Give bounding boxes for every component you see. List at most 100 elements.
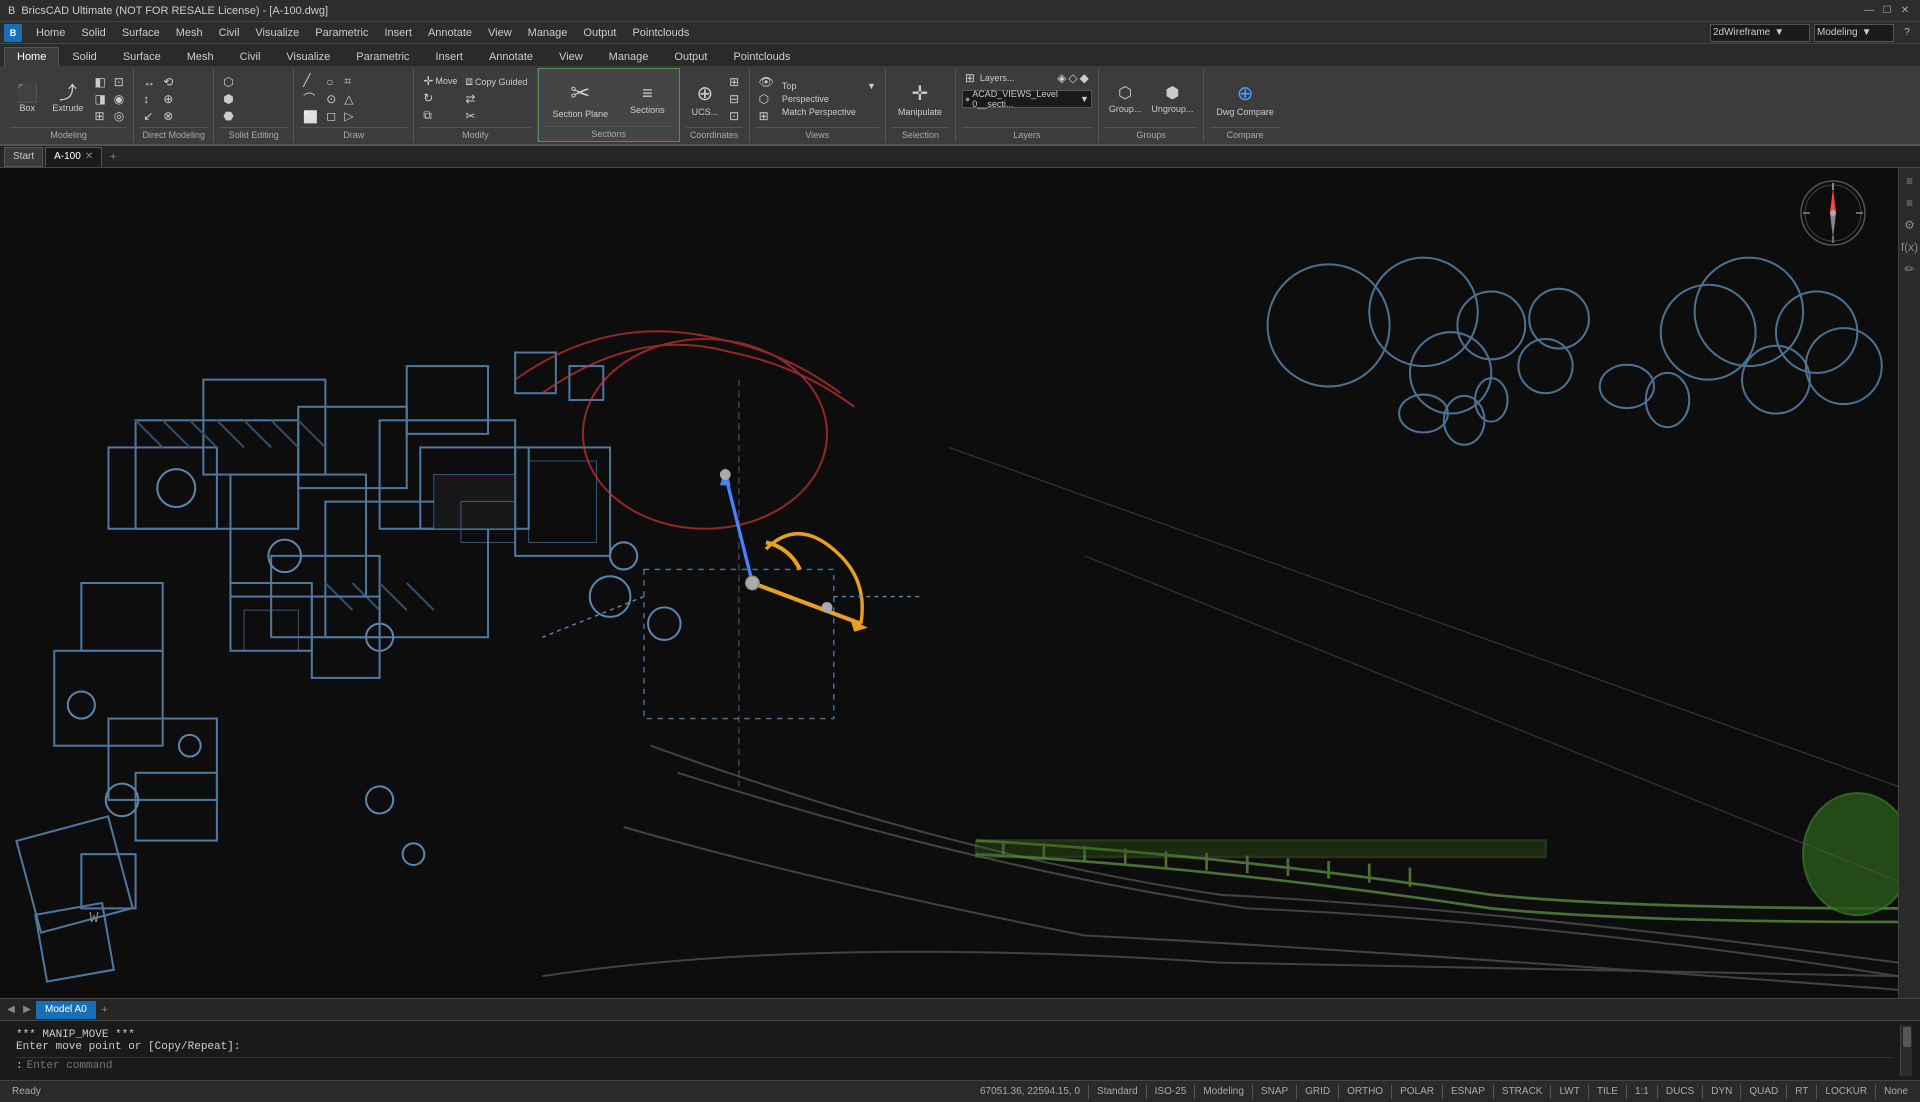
3dviews-btn[interactable]: ⬡	[756, 91, 777, 107]
copy-btn[interactable]: ⧉	[420, 107, 460, 124]
new-tab-button[interactable]: +	[104, 148, 122, 166]
menu-manage[interactable]: Manage	[520, 25, 576, 41]
tab-parametric[interactable]: Parametric	[343, 47, 422, 66]
tab-manage[interactable]: Manage	[596, 47, 662, 66]
draw-btn-1[interactable]: ╱	[300, 72, 321, 88]
rp-icon-formula[interactable]: f(x)	[1901, 238, 1919, 256]
menu-annotate[interactable]: Annotate	[420, 25, 480, 41]
maximize-button[interactable]: ☐	[1880, 4, 1894, 18]
status-dyn[interactable]: DYN	[1707, 1082, 1736, 1102]
tab-mesh[interactable]: Mesh	[174, 47, 227, 66]
status-quad[interactable]: QUAD	[1745, 1082, 1782, 1102]
tab-home[interactable]: Home	[4, 47, 59, 66]
doc-tab-start[interactable]: Start	[4, 147, 43, 167]
menu-civil[interactable]: Civil	[211, 25, 248, 41]
rp-icon-edit[interactable]: ✏	[1901, 260, 1919, 278]
status-strack[interactable]: STRACK	[1498, 1082, 1547, 1102]
se-btn-2[interactable]: ⬢	[220, 91, 236, 107]
draw-btn-6[interactable]: ◻	[323, 108, 339, 124]
status-scale[interactable]: 1:1	[1631, 1082, 1653, 1102]
dm-btn-5[interactable]: ⊕	[160, 91, 176, 107]
group-button[interactable]: ⬡ Group...	[1105, 81, 1146, 116]
scrollbar-thumb[interactable]	[1903, 1027, 1911, 1047]
tab-visualize[interactable]: Visualize	[273, 47, 343, 66]
menu-pointclouds[interactable]: Pointclouds	[624, 25, 697, 41]
viewport-btn[interactable]: ⊞	[756, 108, 777, 124]
rp-icon-2[interactable]: ≡	[1901, 194, 1919, 212]
ungroup-button[interactable]: ⬢ Ungroup...	[1147, 81, 1197, 116]
dm-btn-2[interactable]: ↕	[140, 91, 158, 107]
tab-view[interactable]: View	[546, 47, 596, 66]
viewport-style-dropdown[interactable]: 2dWireframe ▼	[1710, 24, 1810, 42]
status-none[interactable]: None	[1880, 1082, 1912, 1102]
dwg-compare-button[interactable]: ⊕ Dwg Compare	[1210, 79, 1280, 119]
modeling-btn-5[interactable]: ◉	[111, 91, 127, 107]
draw-btn-4[interactable]: ○	[323, 74, 339, 90]
tab-annotate[interactable]: Annotate	[476, 47, 546, 66]
move-btn[interactable]: ✛ Move	[420, 73, 460, 89]
draw-btn-2[interactable]: ⌒	[300, 89, 321, 108]
status-modeling[interactable]: Modeling	[1199, 1082, 1248, 1102]
box-button[interactable]: ⬛ Box	[10, 82, 44, 115]
menu-home[interactable]: Home	[28, 25, 73, 41]
command-scrollbar[interactable]	[1900, 1025, 1912, 1076]
ucs-button[interactable]: ⊕ UCS...	[686, 79, 725, 119]
status-lwt[interactable]: LWT	[1555, 1082, 1583, 1102]
draw-btn-5[interactable]: ⊙	[323, 91, 339, 107]
modeling-btn-2[interactable]: ◨	[91, 91, 108, 107]
menu-visualize[interactable]: Visualize	[247, 25, 307, 41]
tab-output[interactable]: Output	[661, 47, 720, 66]
tab-surface[interactable]: Surface	[110, 47, 174, 66]
add-layout-button[interactable]: +	[98, 1003, 112, 1017]
coord-btn-1[interactable]: ⊞	[726, 74, 742, 90]
modeling-btn-1[interactable]: ◧	[91, 74, 108, 90]
close-button[interactable]: ✕	[1898, 4, 1912, 18]
coord-btn-3[interactable]: ⊡	[726, 108, 742, 124]
status-snap[interactable]: SNAP	[1257, 1082, 1292, 1102]
help-button[interactable]: ?	[1898, 24, 1916, 42]
coord-btn-2[interactable]: ⊟	[726, 91, 742, 107]
perspective-btn[interactable]: Perspective	[779, 93, 879, 105]
copy-guided-btn[interactable]: ⧈ Copy Guided	[462, 73, 530, 90]
status-iso[interactable]: ISO-25	[1151, 1082, 1191, 1102]
tab-civil[interactable]: Civil	[227, 47, 274, 66]
status-esnap[interactable]: ESNAP	[1447, 1082, 1489, 1102]
status-standard[interactable]: Standard	[1093, 1082, 1142, 1102]
se-btn-1[interactable]: ⬡	[220, 74, 236, 90]
manipulate-button[interactable]: ✛ Manipulate	[892, 79, 948, 119]
cad-viewport[interactable]: W	[0, 168, 1898, 998]
se-btn-3[interactable]: ⬣	[220, 108, 236, 124]
minimize-button[interactable]: —	[1862, 4, 1876, 18]
command-input[interactable]	[27, 1060, 1892, 1072]
status-rt[interactable]: RT	[1791, 1082, 1812, 1102]
dm-btn-3[interactable]: ↙	[140, 108, 158, 124]
rotate-btn[interactable]: ↻	[420, 90, 460, 106]
menu-parametric[interactable]: Parametric	[307, 25, 376, 41]
menu-view[interactable]: View	[480, 25, 520, 41]
top-view-btn[interactable]: Top ▼	[779, 80, 879, 92]
extrude-button[interactable]: ⤴ Extrude	[46, 82, 89, 115]
dm-btn-6[interactable]: ⊗	[160, 108, 176, 124]
workspace-dropdown[interactable]: Modeling ▼	[1814, 24, 1894, 42]
dm-btn-1[interactable]: ↔	[140, 74, 158, 90]
rp-icon-1[interactable]: ≡	[1901, 172, 1919, 190]
tab-solid[interactable]: Solid	[59, 47, 109, 66]
sections-button[interactable]: ≡ Sections	[622, 79, 673, 119]
rp-icon-properties[interactable]: ⚙	[1901, 216, 1919, 234]
menu-solid[interactable]: Solid	[73, 25, 113, 41]
layers-btn[interactable]: ⊞	[962, 70, 978, 86]
status-ducs[interactable]: DUCS	[1662, 1082, 1698, 1102]
menu-insert[interactable]: Insert	[376, 25, 420, 41]
model-tab-model-a0[interactable]: Model A0	[36, 1001, 96, 1019]
draw-btn-8[interactable]: △	[341, 91, 356, 107]
tab-insert[interactable]: Insert	[422, 47, 476, 66]
modeling-btn-4[interactable]: ⊡	[111, 74, 127, 90]
menu-mesh[interactable]: Mesh	[168, 25, 211, 41]
status-lockur[interactable]: LOCKUR	[1821, 1082, 1871, 1102]
model-tab-prev[interactable]: ◀	[4, 1003, 18, 1017]
layers-extra-btns[interactable]: ◈ ◇ ◆	[1054, 70, 1092, 86]
tab-pointclouds[interactable]: Pointclouds	[720, 47, 803, 66]
status-polar[interactable]: POLAR	[1396, 1082, 1438, 1102]
status-grid[interactable]: GRID	[1301, 1082, 1334, 1102]
titlebar-controls[interactable]: — ☐ ✕	[1862, 4, 1912, 18]
